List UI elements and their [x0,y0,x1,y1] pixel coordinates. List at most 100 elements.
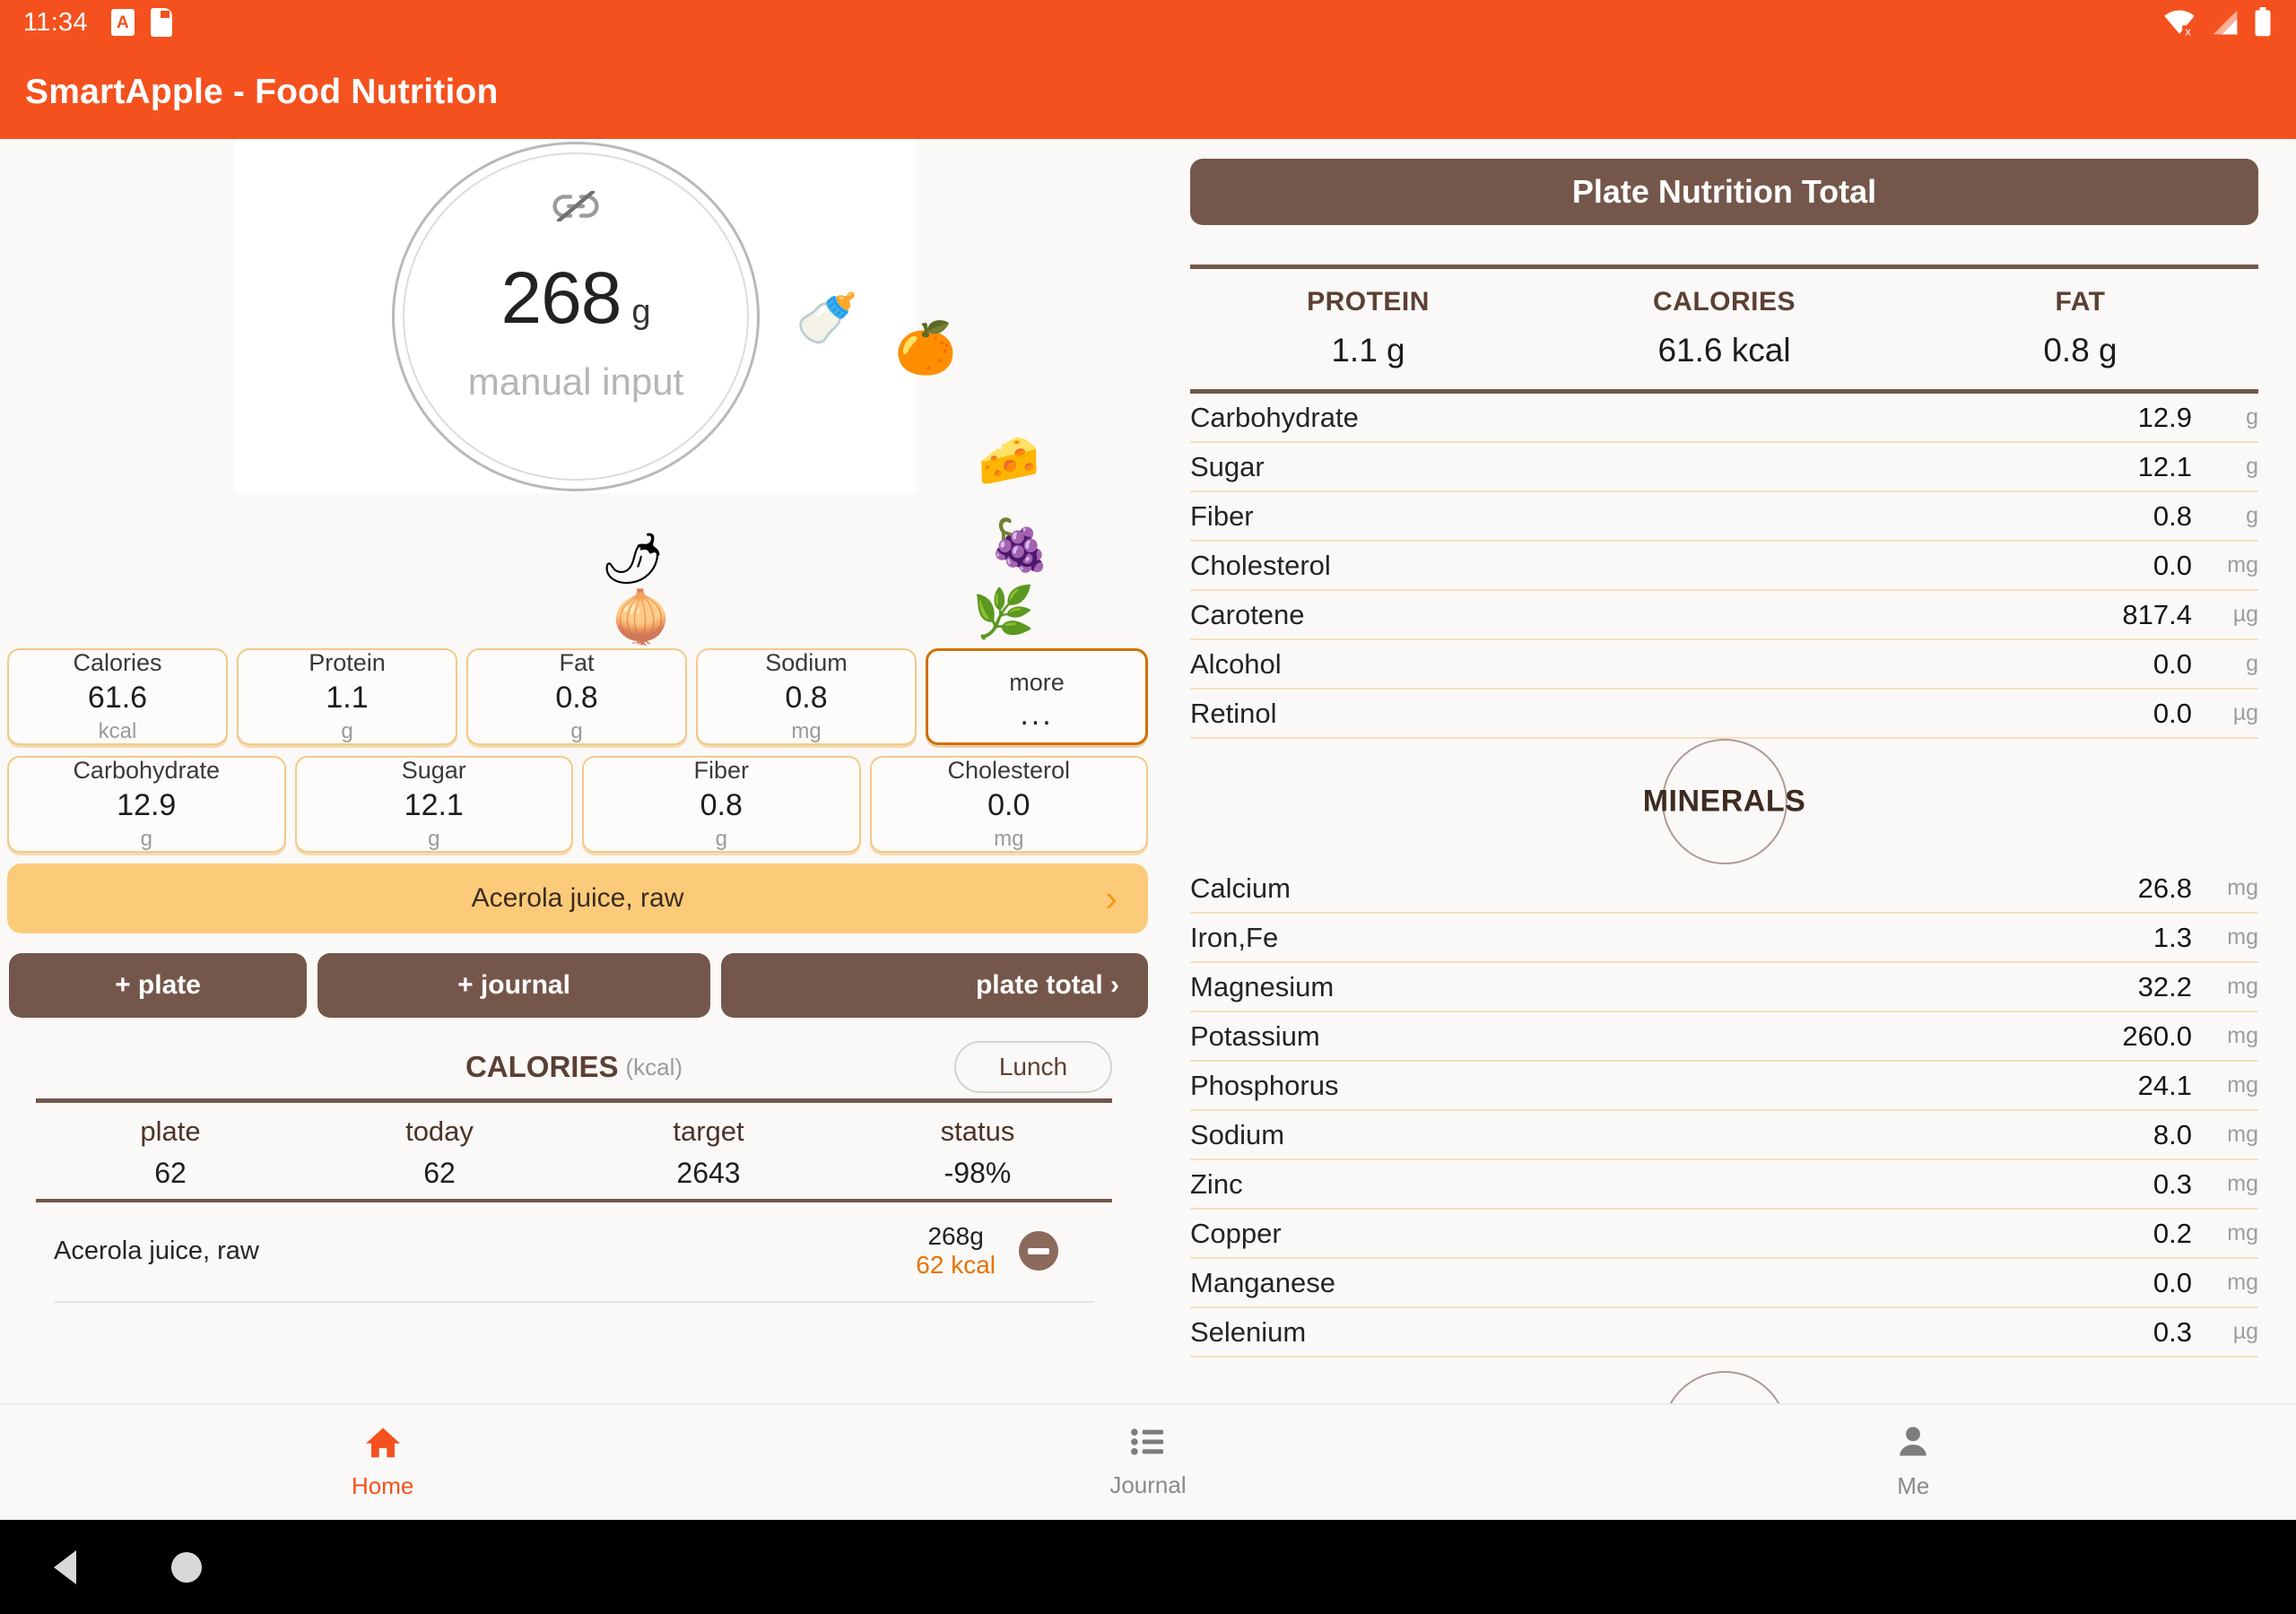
nutrient-chip-grid: Calories 61.6 kcal Protein 1.1 g Fat 0.8… [7,648,1148,863]
add-to-plate-button[interactable]: + plate [9,953,307,1018]
nutrient-name: Calcium [1190,872,1291,904]
scale-card[interactable]: 🍖 🍼 🍊 🥤 🧀 🌶 🍇 🧅 🌿 [235,139,1051,642]
chip-cholesterol[interactable]: Cholesterol 0.0 mg [869,756,1148,853]
column-value: 62 [423,1157,456,1189]
macro-fat: FAT 0.8 g [1902,287,2258,369]
nutrient-unit: mg [2227,924,2258,950]
chip-label: Cholesterol [947,757,1071,784]
calories-summary-grid: plate 62 today 62 target 2643 status -98… [36,1103,1112,1199]
nutrient-value: 26.8 [2137,872,2192,904]
chip-unit: g [140,827,152,851]
chip-label: more [1009,669,1065,697]
selected-food-bar[interactable]: Acerola juice, raw › [7,863,1148,933]
chip-sugar[interactable]: Sugar 12.1 g [294,756,573,853]
android-system-bar [0,1520,2296,1614]
action-button-row: + plate + journal plate total › [9,953,1148,1018]
calories-col-status: status -98% [843,1115,1112,1190]
app-bar: SmartApple - Food Nutrition [0,45,2296,139]
nutrient-name: Sodium [1190,1118,1285,1150]
nav-label: Me [1897,1472,1930,1499]
chip-more[interactable]: more ... [926,648,1148,745]
nutrient-row-alcohol: Alcohol 0.0 g [1190,640,2258,690]
calories-header: CALORIES (kcal) Lunch [36,1036,1112,1098]
nutrient-unit: mg [2227,1270,2258,1295]
home-circle-icon[interactable] [171,1551,202,1583]
nutrient-value: 12.9 [2137,401,2192,433]
minerals-list: Calcium 26.8 mg Iron,Fe 1.3 mg Magnesium… [1190,864,2258,1358]
nutrient-name: Phosphorus [1190,1069,1339,1101]
chip-carbohydrate[interactable]: Carbohydrate 12.9 g [7,756,286,853]
column-header: status [940,1115,1015,1147]
chip-sodium[interactable]: Sodium 0.8 mg [696,648,917,745]
nutrient-value: 12.1 [2137,450,2192,482]
chip-fat[interactable]: Fat 0.8 g [466,648,687,745]
chip-label: Sugar [401,757,466,784]
grapes-icon: 🍇 [988,516,1051,573]
scale-weight: 268 g [501,256,651,341]
macro-protein: PROTEIN 1.1 g [1190,287,1546,369]
mineral-row-selenium: Selenium 0.3 µg [1190,1308,2258,1358]
add-to-journal-button[interactable]: + journal [317,953,710,1018]
pepper-icon: 🌶 [601,530,665,586]
scale-dial[interactable]: 268 g manual input [392,141,760,491]
nutrient-unit: g [2246,454,2258,479]
chip-unit: g [715,827,727,851]
macro-summary: PROTEIN 1.1 g CALORIES 61.6 kcal FAT 0.8… [1190,265,2258,394]
nutrient-value: 1.3 [2152,921,2192,953]
macro-value: 0.8 g [2043,332,2118,369]
nutrient-name: Manganese [1190,1266,1336,1298]
calories-title: CALORIES [465,1050,619,1083]
nutrient-name: Alcohol [1190,647,1282,680]
chip-value: 0.8 [555,681,598,715]
minus-circle-icon[interactable] [1019,1231,1058,1271]
column-header: today [405,1115,474,1147]
scale-weight-unit: g [631,292,651,331]
chip-value: 0.8 [785,681,828,715]
mineral-row-manganese: Manganese 0.0 mg [1190,1259,2258,1308]
nutrient-unit: mg [2227,1023,2258,1048]
nav-item-home[interactable]: Home [0,1425,765,1500]
nutrient-row-cholesterol: Cholesterol 0.0 mg [1190,542,2258,591]
chip-unit: g [570,719,583,743]
mineral-row-copper: Copper 0.2 mg [1190,1210,2258,1259]
scale-mode-label[interactable]: manual input [468,360,684,404]
nutrient-unit: mg [2227,552,2258,577]
alarm-a-icon: A [110,9,135,36]
nav-item-me[interactable]: Me [1531,1425,2296,1500]
plate-total-button[interactable]: plate total › [721,953,1148,1018]
plate-nutrition-title: Plate Nutrition Total [1190,159,2258,225]
nutrient-value: 0.0 [2152,647,2192,680]
nutrient-row-retinol: Retinol 0.0 µg [1190,690,2258,739]
column-value: 62 [154,1157,187,1189]
mineral-row-sodium: Sodium 8.0 mg [1190,1111,2258,1160]
mineral-row-magnesium: Magnesium 32.2 mg [1190,963,2258,1012]
nutrient-name: Zinc [1190,1167,1243,1200]
nav-item-journal[interactable]: Journal [765,1426,1530,1499]
nutrient-unit: mg [2227,875,2258,900]
chip-value: ... [1020,698,1054,733]
nutrient-value: 24.1 [2137,1069,2192,1101]
macro-label: FAT [2055,287,2106,317]
macro-label: PROTEIN [1307,287,1430,317]
chip-protein[interactable]: Protein 1.1 g [237,648,457,745]
app-title: SmartApple - Food Nutrition [25,72,499,111]
table-row[interactable]: Acerola juice, raw 268g 62 kcal [54,1202,1094,1303]
chip-fiber[interactable]: Fiber 0.8 g [582,756,861,853]
nutrient-unit: g [2246,404,2258,430]
chip-calories[interactable]: Calories 61.6 kcal [7,648,228,745]
meal-selector-button[interactable]: Lunch [954,1041,1112,1093]
chevron-right-icon[interactable]: › [1105,880,1118,917]
back-triangle-icon[interactable] [54,1549,76,1584]
status-time: 11:34 [23,7,88,37]
sd-card-icon [150,8,172,37]
link-off-icon[interactable] [552,189,599,226]
nutrient-unit: mg [2227,1220,2258,1245]
nutrient-value: 8.0 [2152,1118,2192,1150]
nutrient-chip-row-2: Carbohydrate 12.9 g Sugar 12.1 g Fiber 0… [7,756,1148,853]
person-icon [1895,1425,1931,1463]
nutrient-chip-row-1: Calories 61.6 kcal Protein 1.1 g Fat 0.8… [7,648,1148,745]
calories-col-plate: plate 62 [36,1115,305,1190]
nutrient-name: Potassium [1190,1020,1320,1052]
wifi-off-icon: x [2161,8,2197,37]
herb-icon: 🌿 [972,584,1035,640]
